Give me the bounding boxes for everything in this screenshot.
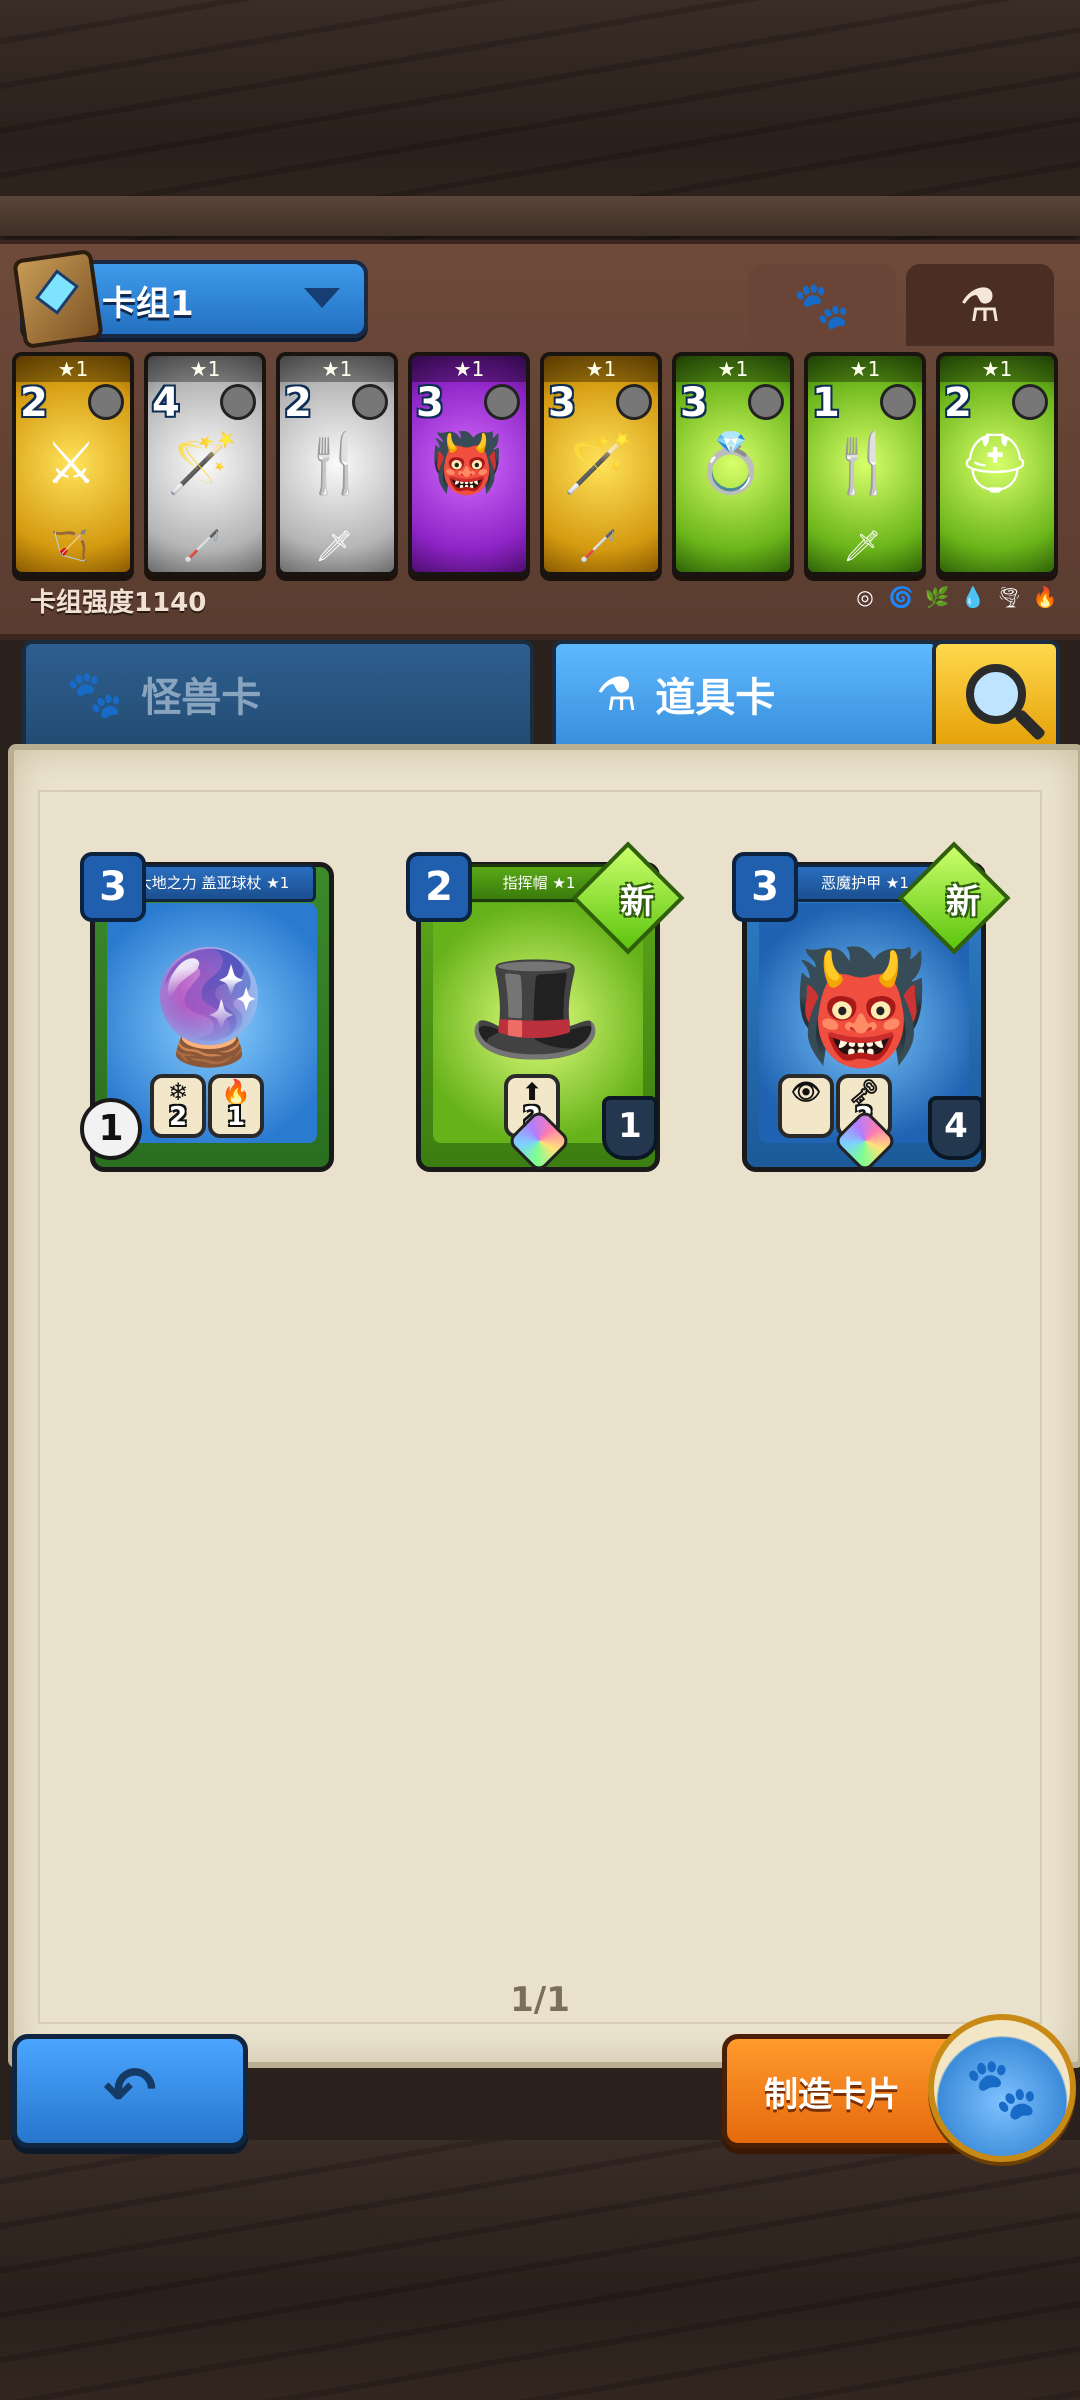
deck-selector-dropdown[interactable]: 卡组1 [12, 248, 368, 350]
card-stars: ★1 [148, 356, 262, 382]
card-stars: ★1 [808, 356, 922, 382]
card-art-icon: 🪄 [562, 428, 636, 497]
deck-card-row: ★1 2 ⚔ 🏹 ★1 4 🪄 🦯 ★1 2 🍴 🗡 ★1 3 👹 ★1 3 🪄… [12, 352, 1068, 576]
hex-slot-icon [88, 384, 124, 420]
card-collection-panel: 大地之力 盖亚球杖 ★1 3 🔮 ❄ 2 🔥 1 1 指挥帽 ★1 2 🎩 新 [8, 744, 1080, 2068]
card-stars: ★1 [280, 356, 394, 382]
craft-label: 制造卡片 [764, 2074, 900, 2115]
card-stars: ★1 [544, 356, 658, 382]
search-icon [966, 664, 1026, 724]
card-type-icon [970, 526, 1018, 566]
card-type-icon [442, 526, 490, 566]
card-cost: 3 [732, 852, 798, 922]
wind-element-icon: 🌪 [996, 585, 1022, 609]
tab-label: 道具卡 [655, 675, 776, 721]
tab-label: 怪兽卡 [141, 675, 262, 721]
chevron-down-icon [304, 288, 340, 308]
paw-icon: 🐾 [793, 277, 851, 332]
deck-card[interactable]: ★1 4 🪄 🦯 [144, 352, 266, 576]
deck-panel: 卡组1 🐾 ⚗ ★1 2 ⚔ 🏹 ★1 4 🪄 🦯 ★1 2 🍴 🗡 ★1 3 … [0, 240, 1080, 640]
deck-card[interactable]: ★1 2 🍴 🗡 [276, 352, 398, 576]
collection-card[interactable]: 指挥帽 ★1 2 🎩 新 ⬆ 2 1 [406, 841, 685, 1182]
potion-icon: ⚗ [596, 667, 638, 721]
card-type-icon: 🦯 [579, 528, 617, 564]
back-arrow-icon: ↶ [103, 2054, 157, 2128]
deck-card[interactable]: ★1 1 🍴 🗡 [804, 352, 926, 576]
water-element-icon: 💧 [960, 585, 986, 609]
tab-item-cards[interactable]: ⚗ 道具卡 [552, 640, 940, 748]
card-art-icon: 🍴 [826, 428, 900, 497]
top-rail [0, 196, 1080, 236]
paw-icon: 🐾 [66, 666, 124, 721]
card-art-icon: 🍴 [298, 428, 372, 497]
card-art-icon: ⛑ [958, 428, 1032, 497]
neutral-element-icon: ◎ [856, 585, 874, 609]
deck-book-icon [12, 248, 104, 350]
deck-strength: 卡组强度1140 [30, 588, 207, 618]
card-type-icon: 🦯 [183, 528, 221, 564]
new-badge-label: 新 [620, 882, 654, 922]
stat-badge: ❄ 2 [150, 1074, 206, 1138]
card-stars: ★1 [412, 356, 526, 382]
hex-slot-icon [880, 384, 916, 420]
tab-item-deck[interactable]: ⚗ [906, 264, 1054, 346]
shield-value: 1 [602, 1096, 658, 1160]
hex-slot-icon [220, 384, 256, 420]
stat-value: 1 [226, 1102, 246, 1132]
bottom-wood-frame [0, 2140, 1080, 2400]
card-type-icon: 🏹 [51, 528, 89, 564]
card-art-icon: 🎩 [466, 942, 604, 1071]
paw-potion-icon[interactable]: 🐾 [928, 2014, 1076, 2162]
potion-icon: ⚗ [959, 278, 1001, 332]
back-button[interactable]: ↶ [12, 2034, 248, 2148]
card-stars: ★1 [676, 356, 790, 382]
card-cost: 2 [406, 852, 472, 922]
collection-card[interactable]: 大地之力 盖亚球杖 ★1 3 🔮 ❄ 2 🔥 1 1 [80, 852, 334, 1182]
stat-badge: 👁 [778, 1074, 834, 1138]
hex-slot-icon [748, 384, 784, 420]
hex-slot-icon [616, 384, 652, 420]
card-art-icon: 💍 [694, 428, 768, 497]
element-filter-row: ◎ 🌀 🌿 💧 🌪 🔥 [852, 584, 1058, 610]
card-grid: 大地之力 盖亚球杖 ★1 3 🔮 ❄ 2 🔥 1 1 指挥帽 ★1 2 🎩 新 [38, 790, 1042, 2024]
new-badge-label: 新 [946, 882, 980, 922]
deck-name: 卡组1 [102, 284, 194, 324]
card-art-icon: 🔮 [140, 942, 278, 1071]
deck-card[interactable]: ★1 3 👹 [408, 352, 530, 576]
card-stars: ★1 [16, 356, 130, 382]
card-art-icon: 👹 [430, 428, 504, 497]
shadow-element-icon: 🌀 [888, 585, 914, 609]
stat-badge: 🔥 1 [208, 1074, 264, 1138]
card-cost: 3 [80, 852, 146, 922]
search-button[interactable] [932, 640, 1060, 748]
collection-card[interactable]: 恶魔护甲 ★1 3 👹 新 👁 🗝 2 4 [732, 841, 1011, 1182]
eye-icon: 👁 [790, 1078, 822, 1106]
card-art-icon: 👹 [792, 942, 930, 1071]
deck-card[interactable]: ★1 3 🪄 🦯 [540, 352, 662, 576]
hex-slot-icon [1012, 384, 1048, 420]
deck-card[interactable]: ★1 2 ⚔ 🏹 [12, 352, 134, 576]
card-art-icon: ⚔ [45, 429, 97, 497]
hex-slot-icon [484, 384, 520, 420]
nature-element-icon: 🌿 [924, 585, 950, 609]
card-type-icon: 🗡 [314, 528, 354, 564]
card-type-icon [706, 526, 754, 566]
page-indicator: 1/1 [510, 1980, 570, 2020]
hex-slot-icon [352, 384, 388, 420]
card-level: 1 [80, 1098, 142, 1160]
fire-element-icon: 🔥 [1032, 585, 1058, 609]
stat-value: 2 [168, 1102, 188, 1132]
card-art-icon: 🪄 [166, 428, 240, 497]
tab-beast-deck[interactable]: 🐾 [748, 264, 896, 346]
tab-beast-cards[interactable]: 🐾 怪兽卡 [22, 640, 534, 748]
deck-card[interactable]: ★1 2 ⛑ [936, 352, 1058, 576]
card-stars: ★1 [940, 356, 1054, 382]
card-type-icon: 🗡 [842, 528, 882, 564]
shield-value: 4 [928, 1096, 984, 1160]
deck-card[interactable]: ★1 3 💍 [672, 352, 794, 576]
